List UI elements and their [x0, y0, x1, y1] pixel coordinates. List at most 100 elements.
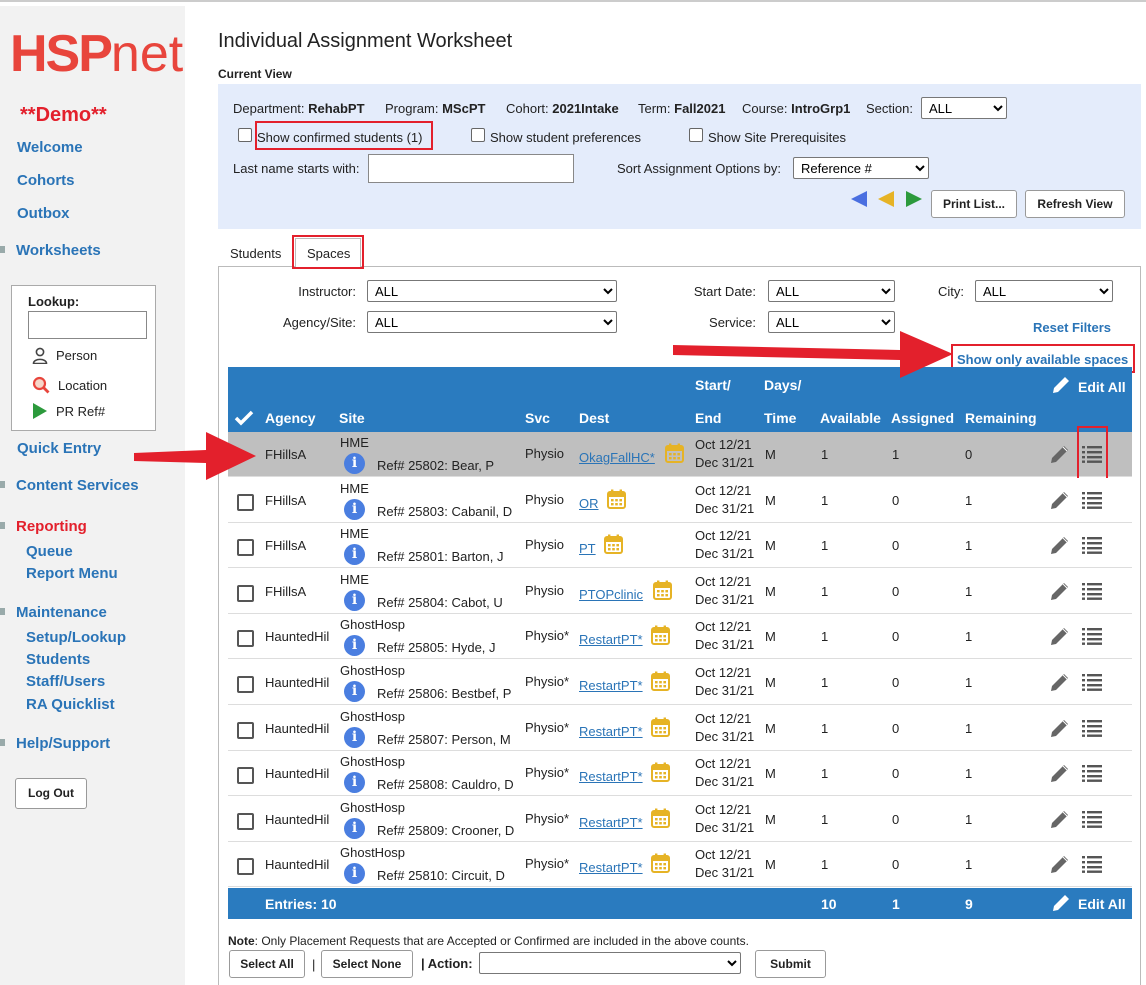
table-row[interactable]: HauntedHil GhostHosp i Ref# 25806: Bestbef,…: [228, 660, 1132, 705]
row-checkbox[interactable]: [237, 539, 254, 557]
table-row[interactable]: FHillsA HME i Ref# 25803: Cabanil, D Physio O…: [228, 477, 1132, 523]
show-preferences-checkbox[interactable]: [471, 128, 485, 142]
row-checkbox[interactable]: [237, 767, 254, 785]
nav-help-support[interactable]: Help/Support: [16, 735, 110, 752]
edit-pencil-icon[interactable]: [1049, 580, 1071, 602]
dest-link[interactable]: RestartPT*: [579, 632, 643, 647]
previous-yellow-icon[interactable]: [877, 190, 895, 208]
nav-reporting[interactable]: Reporting: [16, 518, 87, 535]
calendar-icon[interactable]: [651, 853, 670, 874]
agency-site-select[interactable]: ALL: [367, 311, 617, 333]
show-confirmed-checkbox[interactable]: [238, 128, 252, 142]
info-icon[interactable]: i: [344, 498, 365, 520]
lookup-input[interactable]: [28, 311, 147, 339]
show-prereqs-label[interactable]: Show Site Prerequisites: [708, 130, 846, 145]
col-assigned[interactable]: Assigned: [891, 410, 954, 426]
nav-setup-lookup[interactable]: Setup/Lookup: [26, 629, 126, 646]
refresh-view-button[interactable]: Refresh View: [1025, 190, 1125, 218]
dest-link[interactable]: RestartPT*: [579, 769, 643, 784]
calendar-icon[interactable]: [665, 443, 684, 463]
edit-pencil-icon[interactable]: [1049, 717, 1071, 739]
row-checkbox[interactable]: [237, 493, 254, 511]
reset-filters-link[interactable]: Reset Filters: [1033, 320, 1111, 335]
row-checkbox[interactable]: [237, 858, 254, 876]
calendar-icon[interactable]: [651, 625, 670, 646]
edit-pencil-icon[interactable]: [1049, 625, 1071, 647]
info-icon[interactable]: i: [344, 681, 365, 702]
show-preferences-label[interactable]: Show student preferences: [490, 130, 641, 145]
info-icon[interactable]: i: [344, 544, 365, 566]
calendar-icon[interactable]: [604, 534, 623, 555]
calendar-icon[interactable]: [607, 489, 626, 509]
dest-link[interactable]: PTOPclinic: [579, 587, 643, 602]
section-select[interactable]: ALL: [921, 97, 1007, 119]
edit-pencil-icon[interactable]: [1049, 853, 1071, 875]
col-remaining[interactable]: Remaining: [965, 410, 1037, 426]
submit-button[interactable]: Submit: [755, 950, 826, 978]
last-name-input[interactable]: [368, 154, 574, 183]
sort-select[interactable]: Reference #: [793, 157, 929, 179]
dest-link[interactable]: OR: [579, 496, 599, 511]
col-svc[interactable]: Svc: [525, 410, 550, 426]
nav-outbox[interactable]: Outbox: [17, 205, 70, 222]
select-all-check-icon[interactable]: [234, 410, 254, 426]
list-icon[interactable]: [1082, 719, 1102, 737]
table-row[interactable]: HauntedHil GhostHosp i Ref# 25807: Person, …: [228, 705, 1132, 751]
row-checkbox[interactable]: [237, 676, 254, 693]
edit-all-pencil-icon[interactable]: [1050, 892, 1072, 914]
start-date-select[interactable]: ALL: [768, 280, 895, 302]
info-icon[interactable]: i: [344, 726, 365, 748]
info-icon[interactable]: i: [344, 863, 365, 885]
dest-link[interactable]: RestartPT*: [579, 724, 643, 739]
nav-ra-quicklist[interactable]: RA Quicklist: [26, 696, 115, 713]
show-prereqs-checkbox[interactable]: [689, 128, 703, 142]
edit-pencil-icon[interactable]: [1049, 489, 1071, 511]
row-checkbox[interactable]: [237, 630, 254, 648]
lookup-location[interactable]: Location: [32, 376, 107, 394]
col-agency[interactable]: Agency: [265, 410, 316, 426]
previous-blue-icon[interactable]: [850, 190, 868, 208]
logout-button[interactable]: Log Out: [15, 778, 87, 809]
col-dest[interactable]: Dest: [579, 410, 609, 426]
lookup-person[interactable]: Person: [32, 347, 97, 364]
edit-pencil-icon[interactable]: [1049, 762, 1071, 784]
nav-maintenance[interactable]: Maintenance: [16, 604, 107, 621]
city-select[interactable]: ALL: [975, 280, 1113, 302]
list-icon[interactable]: [1082, 491, 1102, 509]
list-icon[interactable]: [1082, 582, 1102, 600]
dest-link[interactable]: RestartPT*: [579, 860, 643, 875]
table-row[interactable]: HauntedHil GhostHosp i Ref# 25808: Cauldro,…: [228, 751, 1132, 797]
expand-help-icon[interactable]: [0, 739, 5, 746]
dest-link[interactable]: RestartPT*: [579, 815, 643, 830]
expand-worksheets-icon[interactable]: [0, 246, 5, 253]
row-checkbox[interactable]: [237, 721, 254, 739]
calendar-icon[interactable]: [651, 671, 670, 691]
edit-pencil-icon[interactable]: [1049, 671, 1071, 693]
table-row[interactable]: HauntedHil GhostHosp i Ref# 25809: Crooner,…: [228, 796, 1132, 842]
calendar-icon[interactable]: [651, 762, 670, 783]
col-time[interactable]: Time: [764, 410, 796, 426]
expand-maintenance-icon[interactable]: [0, 608, 5, 615]
info-icon[interactable]: i: [344, 635, 365, 657]
col-available[interactable]: Available: [820, 410, 881, 426]
info-icon[interactable]: i: [344, 817, 365, 839]
list-icon[interactable]: [1082, 855, 1102, 874]
lookup-pr-ref[interactable]: PR Ref#: [32, 402, 105, 420]
calendar-icon[interactable]: [651, 717, 670, 737]
info-icon[interactable]: i: [344, 589, 365, 611]
nav-report-menu[interactable]: Report Menu: [26, 565, 118, 582]
nav-cohorts[interactable]: Cohorts: [17, 172, 75, 189]
nav-staff-users[interactable]: Staff/Users: [26, 673, 105, 690]
table-row[interactable]: HauntedHil GhostHosp i Ref# 25810: Circuit,…: [228, 842, 1132, 888]
edit-all-link[interactable]: Edit All: [1078, 379, 1126, 395]
edit-pencil-icon[interactable]: [1049, 808, 1071, 830]
table-row[interactable]: FHillsA HME i Ref# 25802: Bear, P Physio Okag…: [228, 426, 1132, 480]
row-checkbox[interactable]: [237, 584, 254, 602]
list-icon[interactable]: [1082, 627, 1102, 646]
list-icon[interactable]: [1082, 810, 1102, 828]
col-site[interactable]: Site: [339, 410, 365, 426]
list-icon[interactable]: [1082, 764, 1102, 783]
dest-link[interactable]: RestartPT*: [579, 678, 643, 693]
dest-link[interactable]: OkagFallHC*: [579, 450, 655, 465]
nav-quick-entry[interactable]: Quick Entry: [17, 440, 101, 457]
